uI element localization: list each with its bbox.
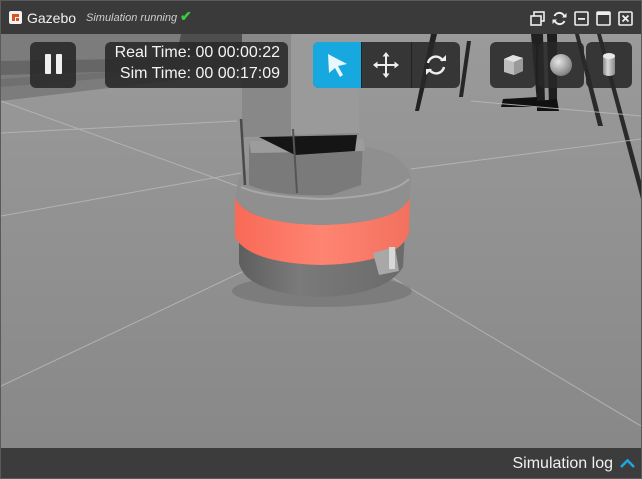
pause-button[interactable] bbox=[30, 42, 76, 88]
title-bar[interactable]: Gazebo Simulation running ✔ bbox=[1, 1, 641, 34]
restore-icon[interactable] bbox=[530, 11, 545, 26]
sim-time-label: Sim Time: 00 00:17:09 bbox=[119, 65, 280, 82]
cube-icon bbox=[504, 55, 523, 75]
refresh-icon[interactable] bbox=[552, 11, 567, 26]
sphere-icon bbox=[550, 54, 572, 76]
gazebo-window: Gazebo Simulation running ✔ Real Time: 0… bbox=[0, 0, 642, 479]
chevron-up-icon[interactable] bbox=[619, 458, 636, 469]
translate-tool-button[interactable] bbox=[362, 42, 410, 88]
box-shape-button[interactable] bbox=[490, 42, 536, 88]
simulation-status-text: Simulation running bbox=[86, 12, 178, 24]
select-tool-button[interactable] bbox=[313, 42, 361, 88]
window-title: Gazebo bbox=[27, 10, 77, 26]
arrow-cursor-icon bbox=[328, 54, 347, 77]
maximize-icon[interactable] bbox=[596, 11, 611, 26]
rotate-tool-button[interactable] bbox=[412, 42, 460, 88]
close-icon[interactable] bbox=[618, 11, 633, 26]
3d-viewport[interactable]: Real Time: 00 00:00:22 Sim Time: 00 00:1… bbox=[1, 34, 641, 448]
time-panel: Real Time: 00 00:00:22 Sim Time: 00 00:1… bbox=[105, 42, 288, 88]
cylinder-shape-button[interactable] bbox=[586, 42, 632, 88]
pause-icon bbox=[45, 54, 62, 74]
checkmark-icon: ✔ bbox=[180, 8, 192, 24]
move-arrows-icon bbox=[373, 52, 399, 78]
sphere-shape-button[interactable] bbox=[538, 42, 584, 88]
simulation-log-label[interactable]: Simulation log bbox=[513, 455, 614, 473]
scene-render bbox=[1, 34, 641, 448]
minimize-icon[interactable] bbox=[574, 11, 589, 26]
manipulation-tools bbox=[313, 42, 460, 88]
rotate-icon bbox=[426, 55, 446, 75]
status-bar: Simulation log bbox=[1, 448, 641, 478]
gazebo-logo-icon bbox=[9, 11, 22, 24]
cylinder-icon bbox=[603, 53, 615, 76]
real-time-label: Real Time: 00 00:00:22 bbox=[114, 44, 280, 61]
